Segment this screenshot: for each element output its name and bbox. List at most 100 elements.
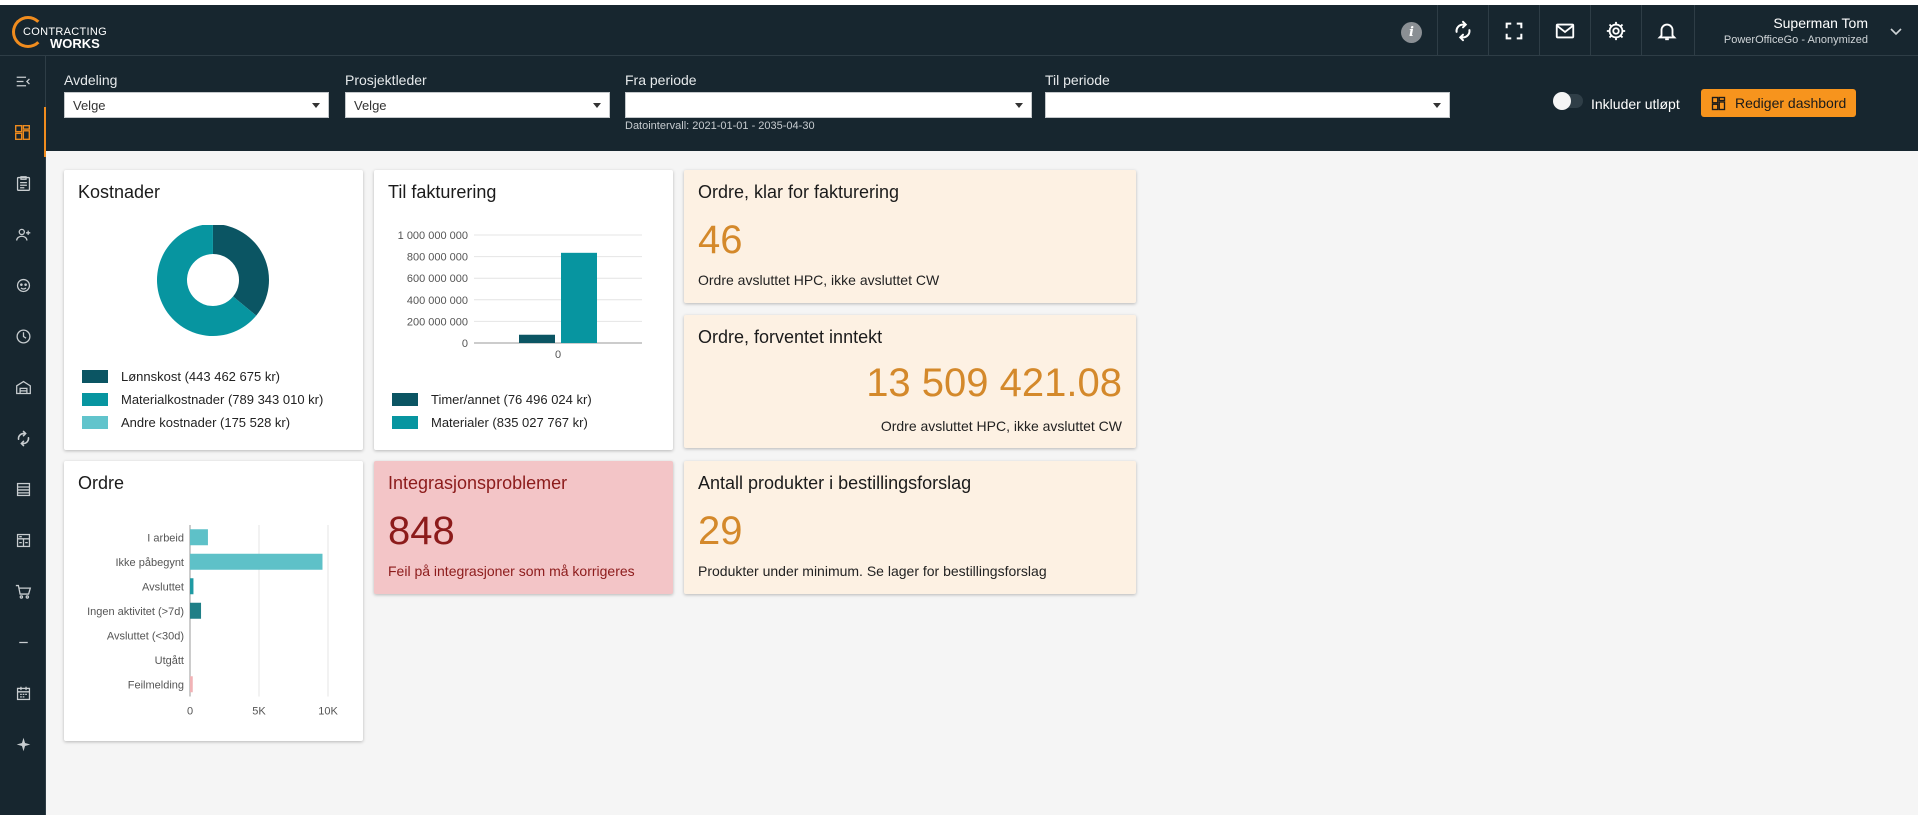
y-tick-label: I arbeid <box>147 532 184 544</box>
mail-button[interactable] <box>1539 5 1590 56</box>
card-antall-produkter[interactable]: Antall produkter i bestillingsforslag 29… <box>684 461 1136 594</box>
produkter-value: 29 <box>698 509 743 553</box>
fullscreen-button[interactable] <box>1488 5 1539 56</box>
caret-down-icon <box>312 103 320 108</box>
legend-label: Lønnskost (443 462 675 kr) <box>121 369 280 384</box>
fakturering-bar-chart: 0 200 000 000 400 000 000 600 000 000 800 00… <box>398 230 642 361</box>
x-tick-label: 0 <box>187 706 193 718</box>
sidebar-item-calendar[interactable] <box>0 668 46 718</box>
bar[interactable] <box>519 334 555 343</box>
minus-icon <box>18 641 28 643</box>
edit-dashboard-button[interactable]: Rediger dashbord <box>1701 89 1856 117</box>
gear-icon <box>1606 21 1626 40</box>
produkter-subtitle: Produkter under minimum. Se lager for be… <box>698 563 1047 579</box>
card-kostnader[interactable]: Kostnader Lønnskost (443 462 675 kr) Mat… <box>64 170 363 450</box>
legend-item: Timer/annet (76 496 024 kr) <box>392 388 592 411</box>
legend-swatch <box>392 416 418 429</box>
logo[interactable]: CONTRACTING WORKS <box>12 16 107 51</box>
card-integrasjonsproblemer[interactable]: Integrasjonsproblemer 848 Feil på integr… <box>374 461 673 594</box>
bar[interactable] <box>190 578 194 595</box>
user-name: Superman Tom <box>1773 15 1868 31</box>
bell-icon <box>1657 23 1677 40</box>
list-icon <box>16 482 30 496</box>
legend-label: Andre kostnader (175 528 kr) <box>121 415 291 430</box>
fakturering-legend: Timer/annet (76 496 024 kr) Materialer (… <box>392 388 592 434</box>
bar[interactable] <box>190 676 193 693</box>
y-tick-label: Ikke påbegynt <box>116 557 185 569</box>
sidebar-item-warehouse[interactable] <box>0 362 46 412</box>
ordre-inntekt-value: 13 509 421.08 <box>866 361 1122 405</box>
calendar-icon <box>16 686 30 700</box>
sidebar-item-orders[interactable] <box>0 158 46 208</box>
avdeling-select[interactable]: Velge <box>64 92 329 118</box>
sidebar-item-collapse[interactable] <box>0 56 46 106</box>
toggle-knob <box>1553 92 1571 110</box>
bar[interactable] <box>190 529 208 546</box>
prosjektleder-select-value: Velge <box>354 98 387 113</box>
card-title: Kostnader <box>78 182 161 202</box>
y-tick-label: 0 <box>462 338 468 350</box>
card-title: Ordre <box>78 473 125 493</box>
card-title: Integrasjonsproblemer <box>388 473 568 493</box>
sync-icon <box>17 430 29 446</box>
avdeling-select-value: Velge <box>73 98 106 113</box>
y-tick-label: Avsluttet (<30d) <box>107 630 184 642</box>
bar[interactable] <box>190 602 202 619</box>
sync-button[interactable] <box>1437 5 1488 56</box>
user-company: PowerOfficeGo - Anonymized <box>1723 34 1868 46</box>
include-expired-label: Inkluder utløpt <box>1591 96 1680 112</box>
card-ordre[interactable]: Ordre 0 5K 10K I arbeid Ikke påbegynt Avslutt… <box>64 461 363 741</box>
settings-button[interactable] <box>1590 5 1641 56</box>
caret-down-icon <box>1433 103 1441 108</box>
y-tick-label: Avsluttet <box>142 581 184 593</box>
sidebar-item-calculator[interactable] <box>0 515 46 565</box>
date-interval-note: Datointervall: 2021-01-01 - 2035-04-30 <box>625 120 815 132</box>
sidebar-item-list[interactable] <box>0 464 46 514</box>
dashboard-area: Kostnader Lønnskost (443 462 675 kr) Mat… <box>46 151 1918 815</box>
sidebar-item-support[interactable] <box>0 260 46 310</box>
x-tick-label: 5K <box>252 706 266 718</box>
card-ordre-inntekt[interactable]: Ordre, forventet inntekt 13 509 421.08 O… <box>684 315 1136 448</box>
fra-periode-select[interactable] <box>625 92 1032 118</box>
legend-swatch <box>82 393 108 406</box>
sidebar-item-customers[interactable] <box>0 209 46 259</box>
legend-label: Materialkostnader (789 343 010 kr) <box>121 392 324 407</box>
sidebar-item-sync[interactable] <box>0 413 46 463</box>
til-periode-label: Til periode <box>1045 72 1110 88</box>
sidebar-item-sparkle[interactable] <box>0 719 46 769</box>
legend-item: Materialkostnader (789 343 010 kr) <box>82 388 323 411</box>
x-tick-label: 10K <box>318 706 338 718</box>
sidebar-item-cart[interactable] <box>0 566 46 616</box>
cart-icon <box>15 584 31 599</box>
integrasjon-subtitle: Feil på integrasjoner som må korrigeres <box>388 563 635 579</box>
til-periode-select[interactable] <box>1045 92 1450 118</box>
sidebar <box>0 56 46 815</box>
bar[interactable] <box>190 553 323 570</box>
ordre-bar-chart: 0 5K 10K I arbeid Ikke påbegynt Avsluttet Inge… <box>87 525 338 718</box>
card-ordre-klar[interactable]: Ordre, klar for fakturering 46 Ordre avs… <box>684 170 1136 303</box>
card-til-fakturering[interactable]: Til fakturering 0 200 000 000 400 000 000 6… <box>374 170 673 450</box>
bar[interactable] <box>561 252 597 343</box>
pie-slice[interactable] <box>213 225 269 316</box>
legend-swatch <box>82 370 108 383</box>
support-icon <box>16 278 30 292</box>
edit-dashboard-label: Rediger dashbord <box>1735 95 1847 111</box>
y-tick-label: Ingen aktivitet (>7d) <box>87 606 184 618</box>
notifications-button[interactable] <box>1641 5 1692 56</box>
info-icon[interactable]: i <box>1401 22 1422 43</box>
y-tick-label: Utgått <box>155 655 184 667</box>
include-expired-toggle[interactable] <box>1553 92 1583 110</box>
sidebar-item-minus[interactable] <box>0 617 46 667</box>
sparkle-icon <box>16 737 30 751</box>
legend-label: Timer/annet (76 496 024 kr) <box>431 392 592 407</box>
y-tick-label: 400 000 000 <box>407 295 468 307</box>
y-tick-label: 600 000 000 <box>407 273 468 285</box>
prosjektleder-select[interactable]: Velge <box>345 92 610 118</box>
dashboard-icon <box>14 124 30 140</box>
prosjektleder-label: Prosjektleder <box>345 72 427 88</box>
mail-icon <box>1555 23 1575 38</box>
sidebar-item-time[interactable] <box>0 311 46 361</box>
sidebar-item-dashboard[interactable] <box>0 107 46 157</box>
legend-item: Materialer (835 027 767 kr) <box>392 411 592 434</box>
user-menu[interactable]: Superman Tom PowerOfficeGo - Anonymized <box>1694 5 1918 56</box>
